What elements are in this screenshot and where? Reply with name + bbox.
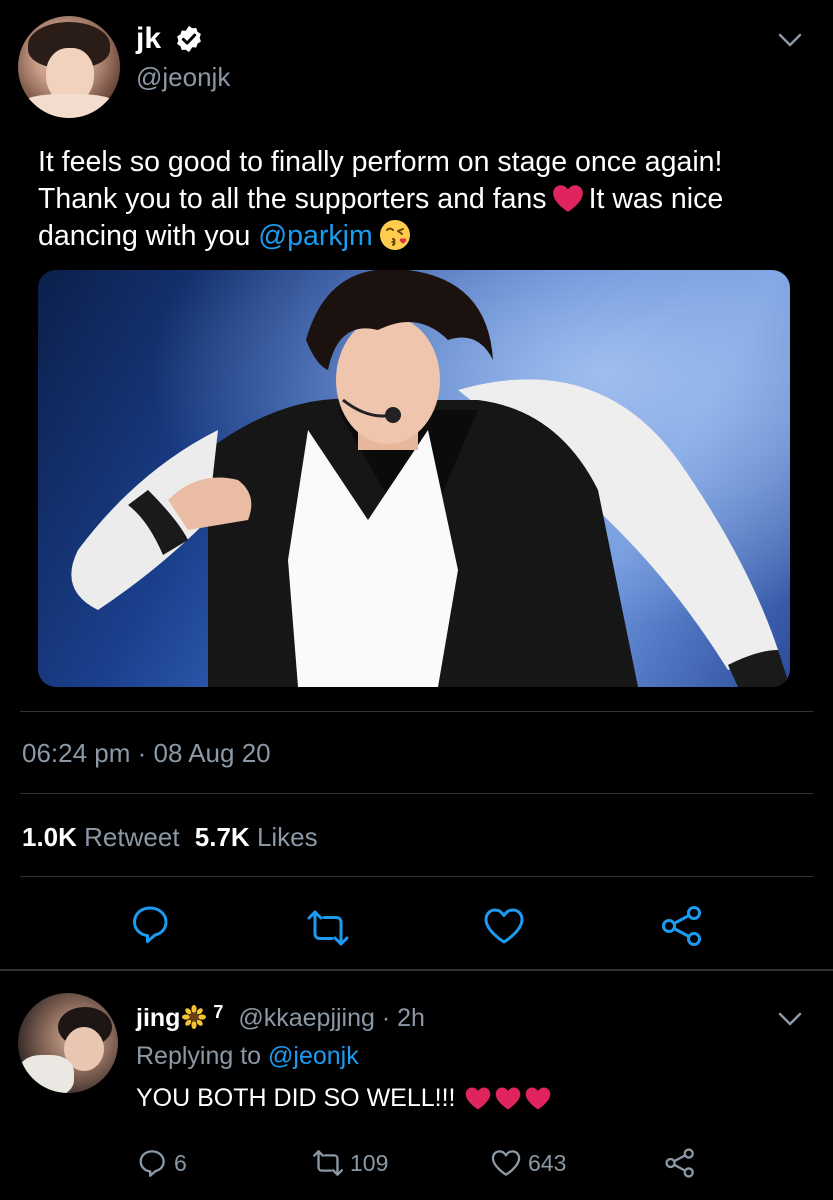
mention-link[interactable]: @parkjm [258,220,372,252]
divider [20,793,813,794]
replying-to-label: Replying to [136,1042,262,1070]
divider [20,711,813,712]
sunflower-icon [182,1005,207,1029]
share-icon [665,1148,694,1178]
reply-reply-count: 6 [174,1149,187,1176]
tweet-timestamp[interactable]: 06:24 pm · 08 Aug 20 [22,738,271,768]
like-icon [491,1150,521,1176]
reply-handle-time[interactable]: @kkaepjjing · 2h [238,1004,425,1032]
heart-emoji [496,1087,521,1110]
heart-emoji [466,1087,491,1110]
reply-icon[interactable] [128,902,172,946]
replying-to-handle[interactable]: @jeonjk [268,1042,359,1070]
chevron-down-icon[interactable] [774,28,806,52]
tweet-text: It feels so good to finally perform on s… [38,144,808,255]
likes-count[interactable]: 5.7K [195,822,250,852]
main-tweet: jk @jeonjk It feels so good to finally p… [0,0,833,970]
chevron-down-icon[interactable] [774,1007,806,1031]
reply-avatar-shirt [18,1055,74,1093]
retweet-icon[interactable] [306,906,350,950]
reply-icon [139,1150,165,1177]
divider [20,876,813,877]
author-handle[interactable]: @jeonjk [136,62,230,92]
tweet-media-photo[interactable] [38,270,790,687]
reply-retweet-action[interactable]: 109 [312,1147,388,1179]
verified-icon [177,25,201,53]
performer-illustration [38,270,790,687]
reply-author-avatar[interactable] [18,993,118,1093]
retweets-label[interactable]: Retweet [84,822,179,852]
reply-name-badge: 7 [213,1002,224,1022]
reply-share-action[interactable] [664,1147,702,1179]
heart-emoji [552,185,583,212]
replying-to-line: Replying to @jeonjk [136,1041,359,1071]
heart-emoji [526,1087,551,1110]
kiss-emoji [379,220,410,250]
reply-text-content: YOU BOTH DID SO WELL!!! [136,1084,456,1112]
reply-tweet[interactable]: jing 7 @kkaepjjing · 2h Replying to @jeo… [0,971,833,1200]
like-icon[interactable] [482,904,526,948]
reply-retweet-count: 109 [350,1149,389,1176]
reply-reply-action[interactable]: 6 [136,1147,187,1179]
reply-text: YOU BOTH DID SO WELL!!! [136,1083,552,1113]
retweets-count[interactable]: 1.0K [22,822,77,852]
avatar-hands [22,94,116,118]
author-avatar[interactable] [18,16,120,118]
share-icon[interactable] [660,904,704,948]
reply-header: jing 7 @kkaepjjing · 2h [136,997,425,1033]
likes-label[interactable]: Likes [257,822,318,852]
retweet-icon [313,1150,343,1176]
reply-like-action[interactable]: 643 [490,1147,566,1179]
author-display-name[interactable]: jk [136,22,161,56]
reply-like-count: 643 [528,1149,567,1176]
tweet-stats: 1.0K Retweet 5.7K Likes [22,821,318,853]
reply-display-name[interactable]: jing [136,1004,180,1032]
